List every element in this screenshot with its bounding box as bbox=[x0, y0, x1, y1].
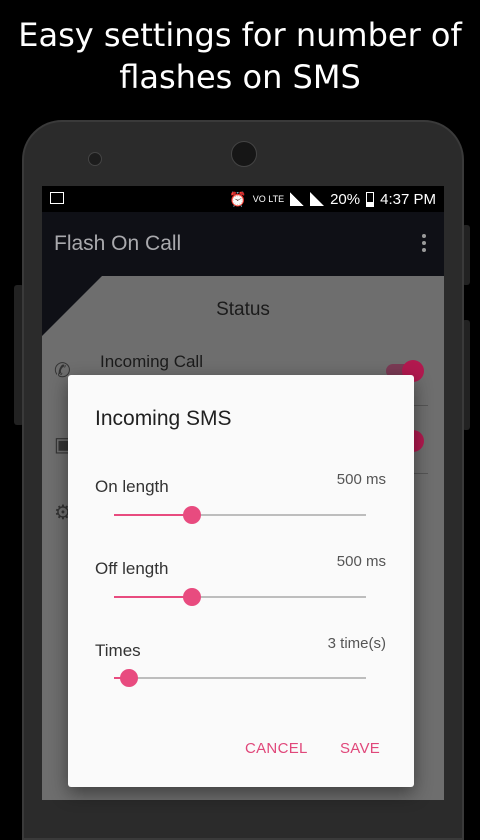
battery-icon bbox=[366, 191, 375, 207]
off-length-slider-thumb[interactable] bbox=[183, 588, 202, 606]
times-slider[interactable] bbox=[114, 669, 366, 687]
off-length-value: 500 ms bbox=[336, 553, 386, 570]
on-length-slider-fill bbox=[114, 514, 193, 516]
off-length-label: Off length bbox=[95, 559, 169, 578]
on-length-label: On length bbox=[95, 477, 169, 496]
overflow-menu-icon[interactable] bbox=[422, 234, 426, 255]
image-notification-icon bbox=[50, 192, 64, 204]
battery-percent: 20% bbox=[330, 190, 361, 208]
cancel-button[interactable]: CANCEL bbox=[245, 740, 308, 757]
on-length-slider-thumb[interactable] bbox=[183, 506, 202, 524]
app-bar: Flash On Call bbox=[42, 212, 444, 276]
proximity-sensor bbox=[88, 152, 102, 166]
times-label: Times bbox=[95, 641, 141, 660]
clock: 4:37 PM bbox=[380, 190, 436, 208]
times-slider-thumb[interactable] bbox=[120, 669, 139, 687]
off-length-slider-fill bbox=[114, 596, 193, 598]
promo-headline: Easy settings for number of flashes on S… bbox=[18, 16, 462, 96]
alarm-icon: ⏰ bbox=[229, 190, 247, 207]
signal-icon bbox=[290, 192, 305, 206]
save-button[interactable]: SAVE bbox=[340, 740, 380, 757]
off-length-slider[interactable] bbox=[114, 588, 366, 606]
app-title: Flash On Call bbox=[54, 232, 182, 255]
on-length-slider[interactable] bbox=[114, 506, 366, 524]
front-camera bbox=[231, 141, 257, 167]
status-bar: ⏰ VO LTE 20% 4:37 PM bbox=[42, 186, 444, 212]
dialog-title: Incoming SMS bbox=[95, 407, 232, 430]
on-length-value: 500 ms bbox=[336, 471, 386, 488]
section-heading: Status bbox=[216, 299, 270, 320]
row-label: Incoming Call bbox=[100, 352, 203, 371]
incoming-sms-dialog: Incoming SMS On length 500 ms Off length… bbox=[68, 375, 414, 787]
times-value: 3 time(s) bbox=[327, 635, 386, 652]
volte-icon: VO LTE bbox=[252, 193, 285, 204]
signal-icon-2 bbox=[310, 192, 325, 206]
